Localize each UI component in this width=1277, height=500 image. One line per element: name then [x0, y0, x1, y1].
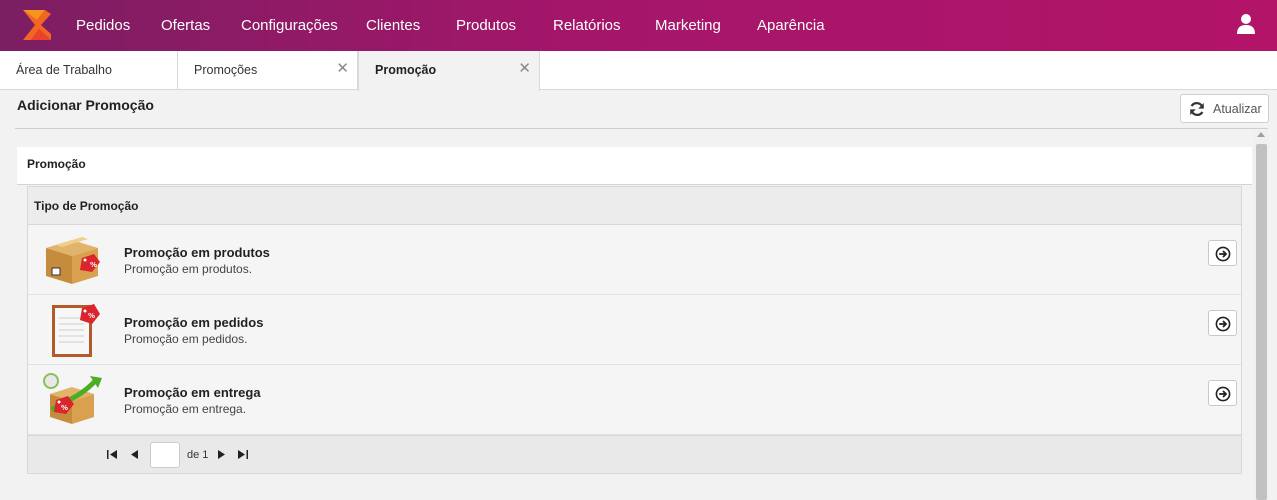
logo-icon[interactable] [21, 8, 53, 42]
tab-promocoes[interactable]: Promoções ✕ [178, 51, 358, 90]
tab-label: Promoções [194, 63, 258, 77]
tabs-bar: Área de Trabalho Promoções ✕ Promoção ✕ [0, 51, 1277, 91]
page-count-label: de 1 [187, 449, 209, 461]
refresh-label: Atualizar [1213, 102, 1262, 116]
scrollbar[interactable] [1254, 130, 1269, 500]
section-title: Promoção [27, 157, 86, 171]
nav-aparencia[interactable]: Aparência [757, 17, 825, 34]
svg-text:%: % [88, 312, 95, 320]
refresh-button[interactable]: Atualizar [1180, 94, 1269, 123]
row-subtitle: Promoção em entrega. [124, 402, 247, 416]
previous-page-icon[interactable] [129, 449, 139, 460]
page-number-input[interactable] [150, 442, 180, 468]
nav-produtos[interactable]: Produtos [456, 17, 516, 34]
tab-label: Área de Trabalho [16, 63, 112, 77]
user-icon[interactable] [1236, 13, 1256, 35]
row-title: Promoção em produtos [124, 245, 270, 260]
nav-pedidos[interactable]: Pedidos [76, 17, 130, 34]
nav-relatorios[interactable]: Relatórios [553, 17, 621, 34]
tab-promocao[interactable]: Promoção ✕ [358, 51, 540, 91]
grid-header-label: Tipo de Promoção [34, 199, 139, 213]
page-title: Adicionar Promoção [17, 97, 154, 113]
promotion-row-produtos[interactable]: % Promoção em produtos Promoção em produ… [28, 225, 1241, 295]
section-header: Promoção [17, 147, 1252, 185]
order-clipboard-tag-icon: % [52, 304, 100, 357]
row-title: Promoção em entrega [124, 385, 261, 400]
arrow-circle-right-icon [1215, 316, 1231, 332]
open-promotion-button[interactable] [1208, 240, 1237, 266]
nav-ofertas[interactable]: Ofertas [161, 17, 210, 34]
promotion-type-grid: Tipo de Promoção % Promoção em produtos … [27, 186, 1242, 474]
svg-text:%: % [61, 404, 68, 412]
open-promotion-button[interactable] [1208, 310, 1237, 336]
refresh-icon [1190, 102, 1204, 116]
row-title: Promoção em pedidos [124, 315, 264, 330]
grid-header: Tipo de Promoção [28, 187, 1241, 225]
promotion-row-pedidos[interactable]: % Promoção em pedidos Promoção em pedido… [28, 295, 1241, 365]
last-page-icon[interactable] [237, 449, 249, 460]
arrow-circle-right-icon [1215, 246, 1231, 262]
tab-label: Promoção [375, 63, 437, 77]
promotion-row-entrega[interactable]: % Promoção em entrega Promoção em entreg… [28, 365, 1241, 435]
pager: de 1 [28, 435, 1241, 473]
arrow-circle-right-icon [1215, 386, 1231, 402]
delivery-box-tag-icon: % [43, 373, 102, 424]
first-page-icon[interactable] [106, 449, 118, 460]
svg-text:%: % [90, 261, 97, 269]
top-navbar: Pedidos Ofertas Configurações Clientes P… [0, 0, 1277, 51]
scrollbar-thumb[interactable] [1256, 144, 1267, 500]
open-promotion-button[interactable] [1208, 380, 1237, 406]
nav-clientes[interactable]: Clientes [366, 17, 420, 34]
header-divider [15, 128, 1268, 129]
nav-configuracoes[interactable]: Configurações [241, 17, 338, 34]
close-icon[interactable]: ✕ [336, 61, 349, 76]
next-page-icon[interactable] [217, 449, 227, 460]
product-box-tag-icon: % [46, 237, 100, 284]
nav-marketing[interactable]: Marketing [655, 17, 721, 34]
scroll-up-arrow-icon[interactable] [1257, 132, 1265, 137]
row-subtitle: Promoção em pedidos. [124, 332, 248, 346]
tab-area-de-trabalho[interactable]: Área de Trabalho [0, 51, 178, 90]
row-subtitle: Promoção em produtos. [124, 262, 253, 276]
close-icon[interactable]: ✕ [518, 61, 531, 76]
